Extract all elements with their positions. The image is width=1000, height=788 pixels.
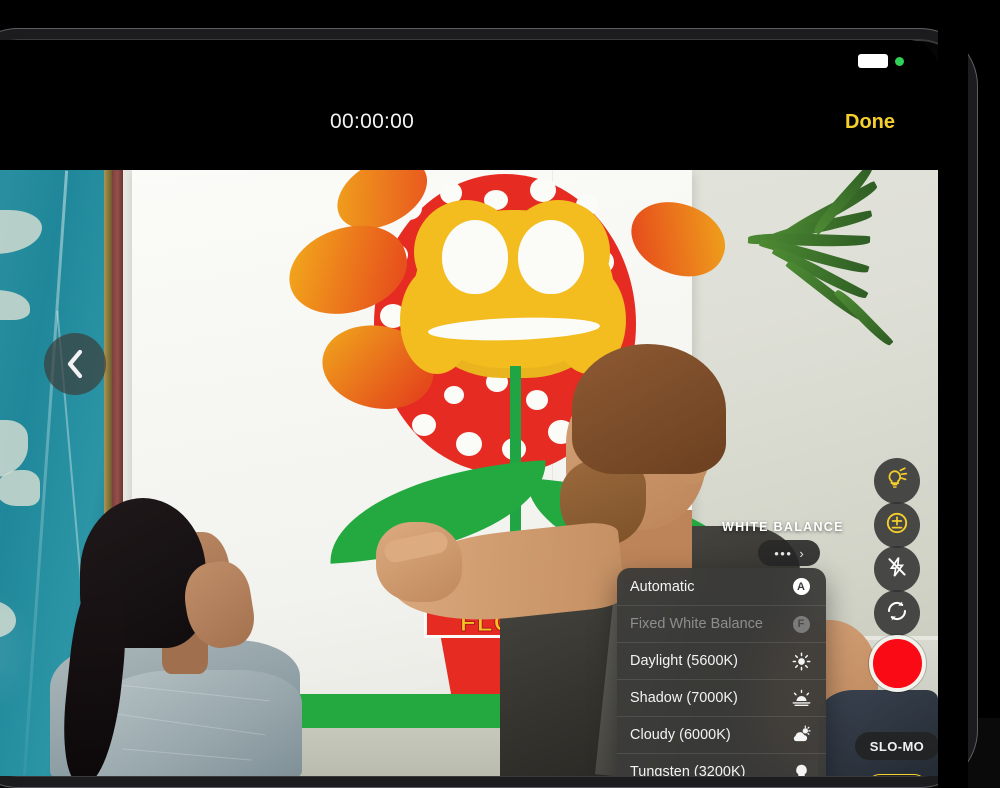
white-balance-menu[interactable]: Automatic A Fixed White Balance F Daylig… (617, 568, 826, 776)
menu-item-fixed-white-balance[interactable]: Fixed White Balance F (617, 605, 826, 642)
camera-controls-column: SLO-MO VIDEO (855, 190, 938, 776)
flash-off-icon (885, 555, 909, 584)
exposure-button[interactable] (874, 502, 920, 548)
menu-item-label: Tungsten (3200K) (630, 764, 746, 776)
flash-off-button[interactable] (874, 546, 920, 592)
battery-icon (858, 54, 888, 68)
letter-a-badge-icon: A (790, 576, 812, 598)
exposure-plus-minus-icon (885, 511, 909, 540)
menu-item-cloudy[interactable]: Cloudy (6000K) (617, 716, 826, 753)
mode-video-button[interactable]: VIDEO (866, 774, 928, 776)
chevron-left-icon (65, 349, 85, 379)
done-button[interactable]: Done (845, 111, 895, 134)
cloud-sun-icon (790, 724, 812, 746)
menu-item-label: Cloudy (6000K) (630, 727, 731, 743)
menu-item-label: Automatic (630, 578, 695, 595)
camera-flip-button[interactable] (874, 590, 920, 636)
ellipsis-icon: ••• (774, 545, 793, 561)
menu-item-label: Fixed White Balance (630, 616, 763, 632)
battery-status (858, 54, 904, 68)
record-button[interactable] (869, 635, 926, 692)
menu-item-tungsten[interactable]: Tungsten (3200K) (617, 753, 826, 776)
white-balance-button[interactable] (874, 458, 920, 504)
device-screen: 00:00:00 Done WHITE BALANCE ••• › Automa… (0, 40, 938, 776)
lightbulb-icon (790, 761, 812, 776)
menu-item-label: Daylight (5600K) (630, 653, 738, 669)
letter-f-badge-icon: F (790, 613, 812, 635)
recording-timer: 00:00:00 (330, 110, 415, 133)
white-balance-section-label: WHITE BALANCE (722, 520, 844, 534)
mode-slomo-button[interactable]: SLO-MO (855, 732, 938, 760)
device-right-bezel (938, 28, 968, 788)
charging-indicator-dot (895, 56, 904, 66)
menu-item-automatic[interactable]: Automatic A (617, 568, 826, 605)
status-bar (0, 40, 938, 82)
camera-viewfinder[interactable]: FLORIST (0, 170, 938, 776)
nav-bar: 00:00:00 Done (0, 82, 938, 170)
back-button[interactable] (44, 333, 106, 395)
menu-item-shadow[interactable]: Shadow (7000K) (617, 679, 826, 716)
lightbulb-rays-icon (885, 466, 909, 496)
menu-item-daylight[interactable]: Daylight (5600K) (617, 642, 826, 679)
menu-item-label: Shadow (7000K) (630, 690, 738, 706)
sun-horizon-icon (790, 687, 812, 709)
white-balance-more-button[interactable]: ••• › (758, 540, 820, 566)
sun-icon (790, 650, 812, 672)
device-frame: 00:00:00 Done WHITE BALANCE ••• › Automa… (0, 0, 1000, 788)
chevron-right-icon: › (799, 545, 804, 561)
camera-flip-icon (885, 599, 909, 628)
